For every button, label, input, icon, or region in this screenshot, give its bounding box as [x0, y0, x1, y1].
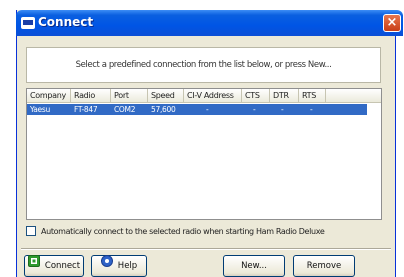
column-header-port[interactable]: Port	[111, 89, 148, 103]
column-header-company[interactable]: Company	[27, 89, 71, 103]
column-header-dtr[interactable]: DTR	[270, 89, 299, 103]
list-header: Company Radio Port Speed CI-V Address CT…	[27, 89, 381, 103]
close-button[interactable]: ×	[383, 14, 401, 32]
cell-company: Yaesu	[30, 105, 50, 114]
help-button[interactable]: Help	[91, 255, 147, 277]
help-button-label: Help	[117, 261, 138, 271]
cell-radio: FT-847	[74, 105, 98, 114]
title-bar[interactable]: Connect ×	[16, 10, 403, 36]
new-button-label: New...	[241, 261, 267, 271]
cell-civ-address: -	[206, 105, 209, 114]
remove-button[interactable]: Remove	[293, 255, 355, 277]
instruction-text: Select a predefined connection from the …	[26, 47, 381, 83]
close-icon: ×	[386, 15, 398, 30]
column-header-radio[interactable]: Radio	[71, 89, 111, 103]
connect-button-label: Connect	[44, 261, 81, 271]
connection-list[interactable]: Company Radio Port Speed CI-V Address CT…	[26, 88, 382, 220]
column-header-civ-address[interactable]: CI-V Address	[184, 89, 242, 103]
blue-help-icon	[100, 255, 113, 275]
separator	[21, 248, 391, 250]
connect-button[interactable]: Connect	[24, 255, 84, 277]
remove-button-label: Remove	[306, 261, 342, 271]
cell-cts: -	[253, 105, 256, 114]
cell-rts: -	[310, 105, 313, 114]
new-button[interactable]: New...	[223, 255, 285, 277]
auto-connect-checkbox[interactable]	[26, 226, 36, 236]
green-connect-icon	[27, 255, 40, 275]
app-icon	[21, 17, 35, 29]
cell-port: COM2	[114, 105, 136, 114]
connect-dialog: Connect × Select a predefined connection…	[16, 10, 403, 277]
column-header-cts[interactable]: CTS	[242, 89, 270, 103]
auto-connect-option[interactable]: Automatically connect to the selected ra…	[26, 225, 386, 239]
auto-connect-label: Automatically connect to the selected ra…	[41, 227, 325, 236]
column-header-speed[interactable]: Speed	[148, 89, 184, 103]
column-header-filler	[326, 89, 381, 103]
window-title: Connect	[38, 15, 94, 29]
column-header-rts[interactable]: RTS	[299, 89, 326, 103]
cell-dtr: -	[281, 105, 284, 114]
table-row[interactable]: Yaesu FT-847 COM2 57,600 - - - -	[27, 104, 367, 115]
cell-speed: 57,600	[151, 105, 176, 114]
